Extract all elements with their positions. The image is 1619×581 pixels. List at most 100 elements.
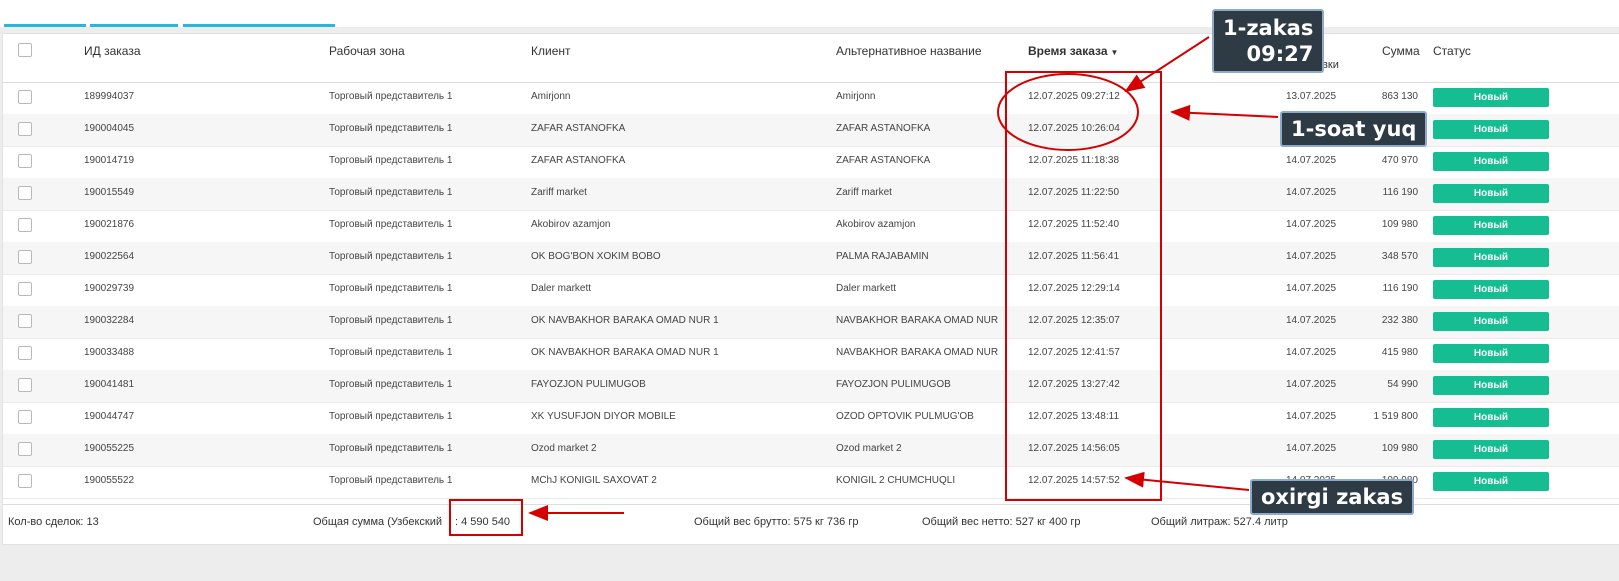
cell-work-zone: Торговый представитель 1	[329, 155, 453, 166]
status-badge[interactable]: Новый	[1433, 472, 1549, 491]
cell-order-id: 190044747	[84, 411, 135, 422]
cell-alt-name: NAVBAKHOR BARAKA OMAD NUR	[836, 315, 999, 326]
header-client[interactable]: Клиент	[531, 44, 571, 58]
cell-amount: 232 380	[1381, 315, 1418, 326]
status-badge[interactable]: Новый	[1433, 312, 1549, 331]
cell-amount: 1 519 800	[1373, 411, 1419, 422]
table-header: ИД заказа Рабочая зона Клиент Альтернати…	[3, 34, 1619, 83]
cell-order-id: 190021876	[84, 219, 135, 230]
deals-count: Кол-во сделок: 13	[8, 516, 99, 528]
tab-indicator-1[interactable]	[4, 24, 86, 27]
status-badge[interactable]: Новый	[1433, 440, 1549, 459]
table-row[interactable]: 190022564 Торговый представитель 1 OK BOG'…	[3, 242, 1619, 275]
cell-work-zone: Торговый представитель 1	[329, 443, 453, 454]
table-row[interactable]: 190014719 Торговый представитель 1 ZAFAR A…	[3, 146, 1619, 179]
cell-order-id: 190022564	[84, 251, 135, 262]
row-checkbox[interactable]	[18, 314, 32, 328]
cell-work-zone: Торговый представитель 1	[329, 251, 453, 262]
cell-alt-name: KONIGIL 2 CHUMCHUQLI	[836, 475, 956, 486]
cell-order-time: 12.07.2025 12:41:57	[1028, 347, 1120, 358]
cell-client: ZAFAR ASTANOFKA	[531, 123, 626, 134]
cell-order-id: 190014719	[84, 155, 135, 166]
cell-alt-name: PALMA RAJABAMIN	[836, 251, 929, 262]
row-checkbox[interactable]	[18, 282, 32, 296]
cell-work-zone: Торговый представитель 1	[329, 187, 453, 198]
status-badge[interactable]: Новый	[1433, 216, 1549, 235]
header-work-zone[interactable]: Рабочая зона	[329, 44, 405, 58]
row-checkbox[interactable]	[18, 90, 32, 104]
cell-client: Ozod market 2	[531, 443, 597, 454]
table-row[interactable]: 190032284 Торговый представитель 1 OK NAVB…	[3, 306, 1619, 339]
cell-order-time: 12.07.2025 10:26:04	[1028, 123, 1120, 134]
cell-alt-name: FAYOZJON PULIMUGOB	[836, 379, 951, 390]
cell-amount: 116 190	[1382, 187, 1418, 198]
header-order-time[interactable]: Время заказа ▼	[1028, 44, 1118, 58]
status-badge[interactable]: Новый	[1433, 120, 1549, 139]
callout-one-hour: 1-soat yuq	[1280, 111, 1428, 147]
cell-order-id: 190032284	[84, 315, 135, 326]
cell-delivery-date: 14.07.2025	[1286, 251, 1337, 262]
table-row[interactable]: 190015549 Торговый представитель 1 Zariff …	[3, 178, 1619, 211]
status-badge[interactable]: Новый	[1433, 280, 1549, 299]
header-alt-name[interactable]: Альтернативное название	[836, 44, 982, 58]
cell-order-id: 190041481	[84, 379, 135, 390]
table-row[interactable]: 190041481 Торговый представитель 1 FAYOZJO…	[3, 370, 1619, 403]
gross-weight: Общий вес брутто: 575 кг 736 гр	[694, 516, 859, 528]
cell-alt-name: ZAFAR ASTANOFKA	[836, 155, 931, 166]
row-checkbox[interactable]	[18, 474, 32, 488]
header-order-id[interactable]: ИД заказа	[84, 44, 141, 58]
status-badge[interactable]: Новый	[1433, 408, 1549, 427]
cell-work-zone: Торговый представитель 1	[329, 475, 453, 486]
cell-order-time: 12.07.2025 12:35:07	[1028, 315, 1120, 326]
cell-order-id: 190055225	[84, 443, 135, 454]
status-badge[interactable]: Новый	[1433, 248, 1549, 267]
row-checkbox[interactable]	[18, 346, 32, 360]
status-badge[interactable]: Новый	[1433, 152, 1549, 171]
table-row[interactable]: 190021876 Торговый представитель 1 Akobiro…	[3, 210, 1619, 243]
cell-client: FAYOZJON PULIMUGOB	[531, 379, 646, 390]
row-checkbox[interactable]	[18, 154, 32, 168]
cell-order-time: 12.07.2025 13:27:42	[1028, 379, 1120, 390]
tab-indicator-3[interactable]	[183, 24, 335, 27]
row-checkbox[interactable]	[18, 378, 32, 392]
cell-work-zone: Торговый представитель 1	[329, 379, 453, 390]
cell-client: Zariff market	[531, 187, 587, 198]
cell-amount: 109 980	[1381, 443, 1418, 454]
row-checkbox[interactable]	[18, 250, 32, 264]
cell-amount: 863 130	[1381, 91, 1418, 102]
row-checkbox[interactable]	[18, 410, 32, 424]
cell-work-zone: Торговый представитель 1	[329, 411, 453, 422]
cell-work-zone: Торговый представитель 1	[329, 219, 453, 230]
table-row[interactable]: 190033488 Торговый представитель 1 OK NAVB…	[3, 338, 1619, 371]
select-all-checkbox[interactable]	[18, 43, 32, 57]
table-row[interactable]: 190055225 Торговый представитель 1 Ozod ma…	[3, 434, 1619, 467]
row-checkbox[interactable]	[18, 442, 32, 456]
tab-indicator-2[interactable]	[90, 24, 178, 27]
sort-down-icon[interactable]: ▼	[1111, 48, 1119, 57]
cell-client: OK NAVBAKHOR BARAKA OMAD NUR 1	[531, 347, 719, 358]
top-toolbar	[0, 0, 1619, 27]
cell-delivery-date: 14.07.2025	[1286, 155, 1337, 166]
cell-client: XK YUSUFJON DIYOR MOBILE	[531, 411, 676, 422]
row-checkbox[interactable]	[18, 218, 32, 232]
header-amount[interactable]: Сумма	[1382, 44, 1420, 58]
table-row[interactable]: 190029739 Торговый представитель 1 Daler m…	[3, 274, 1619, 307]
net-weight: Общий вес нетто: 527 кг 400 гр	[922, 516, 1081, 528]
header-status[interactable]: Статус	[1433, 44, 1471, 58]
status-badge[interactable]: Новый	[1433, 344, 1549, 363]
orders-table-panel: ИД заказа Рабочая зона Клиент Альтернати…	[2, 33, 1619, 545]
cell-work-zone: Торговый представитель 1	[329, 315, 453, 326]
status-badge[interactable]: Новый	[1433, 88, 1549, 107]
cell-alt-name: Ozod market 2	[836, 443, 902, 454]
cell-delivery-date: 14.07.2025	[1286, 347, 1337, 358]
row-checkbox[interactable]	[18, 186, 32, 200]
cell-client: Akobirov azamjon	[531, 219, 611, 230]
cell-alt-name: OZOD OPTOVIK PULMUG'OB	[836, 411, 974, 422]
cell-order-time: 12.07.2025 13:48:11	[1028, 411, 1120, 422]
cell-order-id: 189994037	[84, 91, 135, 102]
header-order-time-label: Время заказа	[1028, 44, 1108, 58]
status-badge[interactable]: Новый	[1433, 184, 1549, 203]
status-badge[interactable]: Новый	[1433, 376, 1549, 395]
table-row[interactable]: 190044747 Торговый представитель 1 XK YUSU…	[3, 402, 1619, 435]
row-checkbox[interactable]	[18, 122, 32, 136]
